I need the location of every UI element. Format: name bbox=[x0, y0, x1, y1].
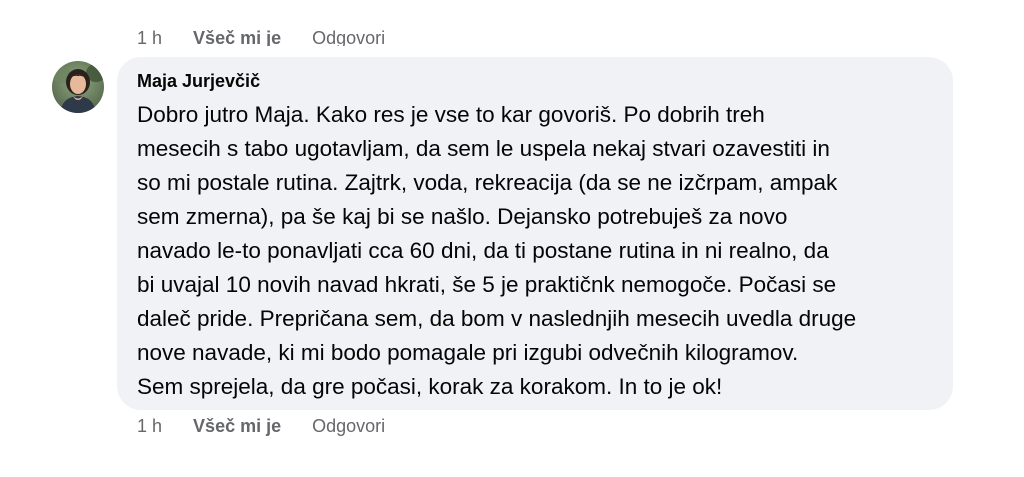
previous-comment-reply-button[interactable]: Odgovori bbox=[312, 28, 385, 46]
comment-line: sem zmerna), pa še kaj bi se našlo. Deja… bbox=[137, 204, 788, 229]
comment-timestamp[interactable]: 1 h bbox=[137, 416, 162, 437]
reply-button[interactable]: Odgovori bbox=[312, 416, 385, 437]
previous-comment-actions: 1 h Všeč mi je Odgovori bbox=[137, 22, 411, 46]
comment-line: nove navade, ki mi bodo pomagale pri izg… bbox=[137, 340, 799, 365]
previous-comment-timestamp[interactable]: 1 h bbox=[137, 28, 162, 46]
comment-line: daleč pride. Prepričana sem, da bom v na… bbox=[137, 306, 857, 331]
comment-line: so mi postale rutina. Zajtrk, voda, rekr… bbox=[137, 170, 838, 195]
user-avatar-photo-icon bbox=[52, 61, 104, 113]
comment-text: Dobro jutro Maja. Kako res je vse to kar… bbox=[137, 98, 937, 404]
comment-actions: 1 h Všeč mi je Odgovori bbox=[137, 416, 411, 437]
comment-author[interactable]: Maja Jurjevčič bbox=[137, 69, 933, 93]
comment-line: Sem sprejela, da gre počasi, korak za ko… bbox=[137, 374, 723, 399]
avatar[interactable] bbox=[52, 61, 104, 113]
comment-line: Dobro jutro Maja. Kako res je vse to kar… bbox=[137, 102, 765, 127]
comment-bubble: Maja Jurjevčič Dobro jutro Maja. Kako re… bbox=[117, 57, 953, 410]
comment-line: navado le-to ponavljati cca 60 dni, da t… bbox=[137, 238, 829, 263]
comment-line: mesecih s tabo ugotavljam, da sem le usp… bbox=[137, 136, 830, 161]
like-button[interactable]: Všeč mi je bbox=[193, 416, 281, 437]
comment-line: bi uvajal 10 novih navad hkrati, še 5 je… bbox=[137, 272, 837, 297]
previous-comment-like-button[interactable]: Všeč mi je bbox=[193, 28, 281, 46]
